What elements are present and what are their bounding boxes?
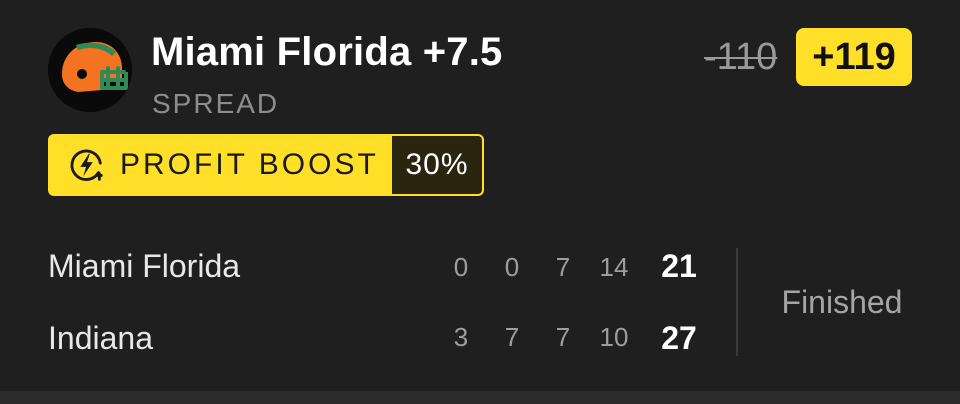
quarter-score: 7 [555,322,571,352]
profit-boost-percent: 30% [392,136,482,194]
original-odds: -110 [704,36,778,78]
quarter-score: 0 [453,252,469,282]
football-helmet-icon [48,28,132,112]
bet-selection-title: Miami Florida +7.5 [151,30,503,74]
profit-boost-badge: PROFIT BOOST 30% [48,134,484,196]
quarter-score: 7 [504,322,520,352]
quarter-score: 14 [599,252,629,282]
team-logo [48,28,132,112]
profit-boost-left: PROFIT BOOST [50,136,392,194]
quarter-score: 0 [504,252,520,282]
status-divider [736,248,738,356]
bet-card: Miami Florida +7.5 SPREAD -110 +119 PROF… [0,0,960,404]
quarter-score: 10 [599,322,629,352]
team-name: Indiana [48,320,153,356]
profit-boost-label: PROFIT BOOST [120,148,379,181]
total-score: 27 [661,320,697,356]
card-bottom-border [0,391,960,404]
quarter-score: 3 [453,322,469,352]
boosted-odds-badge: +119 [796,28,912,86]
total-score: 21 [661,248,697,284]
market-label: SPREAD [152,88,280,119]
lightning-bolt-icon [70,149,103,181]
game-status: Finished [781,284,903,320]
quarter-score: 7 [555,252,571,282]
team-name: Miami Florida [48,248,241,284]
